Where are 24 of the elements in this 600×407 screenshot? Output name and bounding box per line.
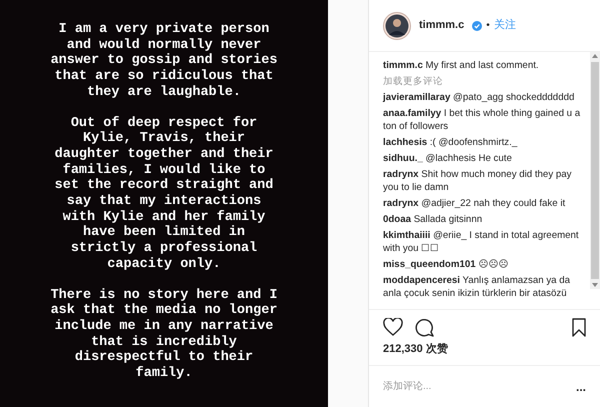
username[interactable]: timmm.c — [419, 17, 464, 34]
comment: lachhesis :( @doofenshmirtz._ — [383, 136, 518, 149]
comment-input[interactable]: 添加评论... — [383, 379, 576, 394]
scroll-up-icon[interactable] — [592, 54, 598, 58]
comment: sidhuu._ @lachhesis He cute — [383, 152, 513, 165]
story-paragraph: I am a very private person and would normally never answer to gossip and stories that are so ridiculous that they are laughable. — [50, 22, 278, 101]
comment: 0doaa Sallada gitsinnn — [383, 213, 484, 226]
comment: moddapenceresi Yanlış anlamazsan ya da anla çocuk senin ikizin türklerin bir atasözü — [383, 274, 572, 300]
comment: radrynx @adjier_22 nah they could fake it — [383, 197, 566, 210]
like-count[interactable]: 212,330 次赞 — [383, 340, 586, 357]
scroll-thumb[interactable] — [591, 62, 599, 278]
comment-icon[interactable] — [415, 318, 434, 336]
separator-text: • — [486, 19, 490, 33]
story-paragraph: There is no story here and I ask that the media no longer include me in any narrative that is incredibly disrespectful to their family. — [50, 288, 278, 382]
heart-icon[interactable] — [383, 318, 403, 336]
scroll-down-icon[interactable] — [592, 282, 598, 286]
comment: miss_queendom101 ☹☹☹ — [383, 258, 510, 271]
scrollbar[interactable] — [590, 52, 600, 288]
comment: timmm.c My first and last comment. — [383, 59, 540, 72]
story-paragraph: Out of deep respect for Kylie, Travis, their daughter together and their families, I would like to set the record straight and say that my interactions with Kylie and her family have been limited in strictly a professional capacity only. — [54, 116, 274, 273]
more-button[interactable]: ... — [576, 378, 586, 396]
avatar-icon[interactable] — [383, 12, 411, 40]
comment: javieramillaray @pato_agg shockeddddddd — [383, 91, 576, 104]
bookmark-icon[interactable] — [572, 318, 586, 336]
